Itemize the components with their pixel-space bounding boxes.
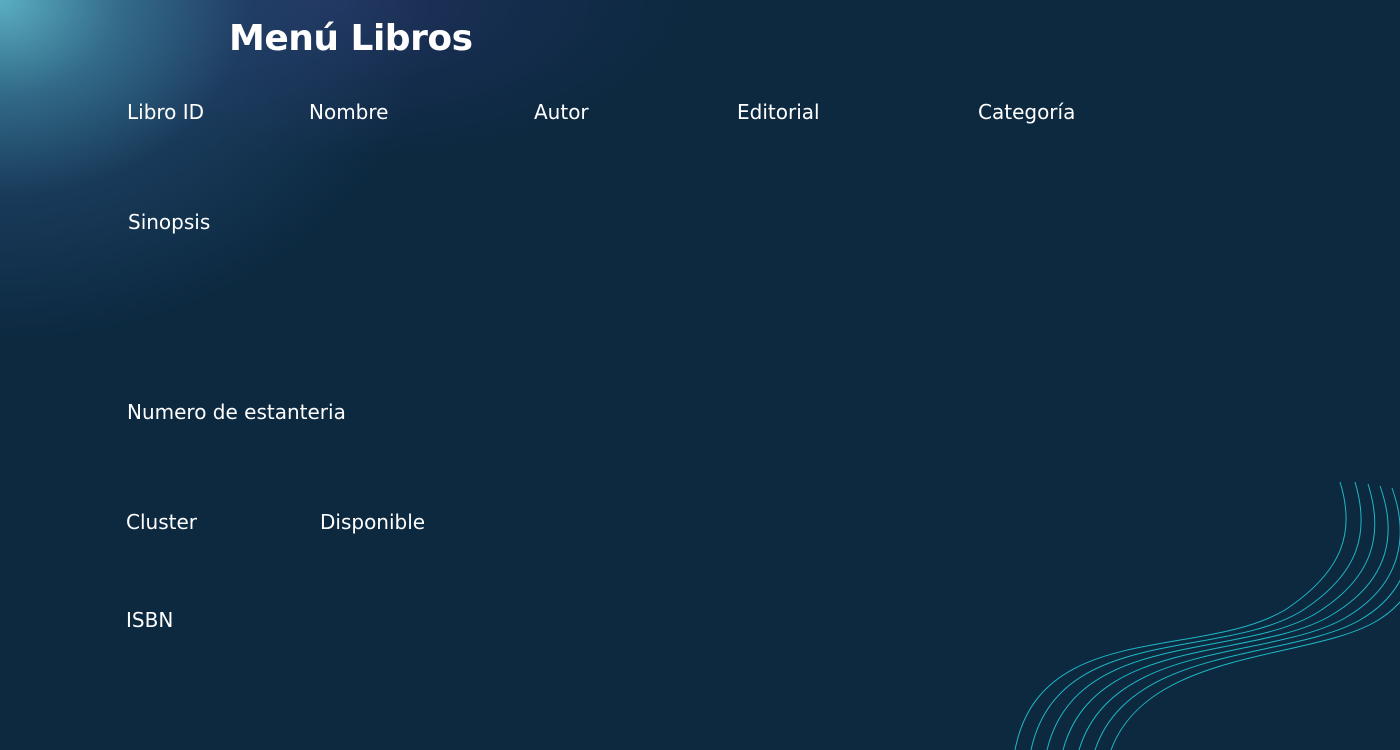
sinopsis-label: Sinopsis — [128, 210, 211, 234]
categoria-label: Categoría — [978, 100, 1076, 124]
decorative-wave-lines — [1014, 481, 1400, 750]
nombre-label: Nombre — [309, 100, 389, 124]
libro-id-label: Libro ID — [127, 100, 205, 124]
autor-label: Autor — [534, 100, 589, 124]
disponible-label: Disponible — [320, 510, 426, 534]
cluster-label: Cluster — [126, 510, 197, 534]
background-gradient — [0, 0, 1400, 750]
isbn-label: ISBN — [126, 608, 174, 632]
editorial-label: Editorial — [737, 100, 820, 124]
numero-estanteria-label: Numero de estanteria — [127, 400, 346, 424]
page-title: Menú Libros — [229, 18, 473, 59]
